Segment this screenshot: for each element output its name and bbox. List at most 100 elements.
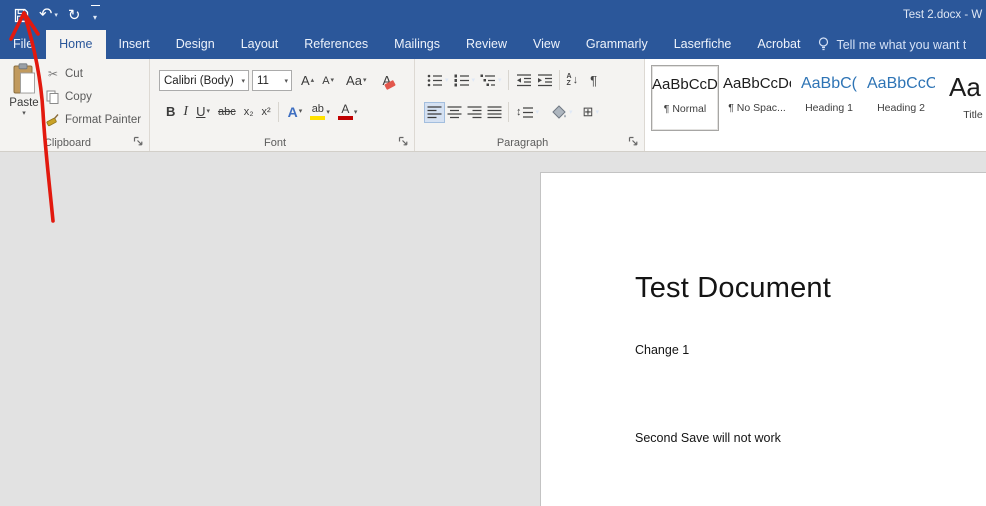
align-left-icon (427, 105, 442, 120)
font-size-caret-icon: ▾ (284, 77, 288, 85)
style-normal[interactable]: AaBbCcDc ¶ Normal (651, 65, 719, 131)
shrink-font-icon: A (322, 74, 330, 87)
styles-group: AaBbCcDc ¶ Normal AaBbCcDc ¶ No Spac... … (645, 59, 986, 151)
format-painter-label: Format Painter (65, 114, 142, 126)
align-right-button[interactable] (465, 103, 484, 122)
justify-button[interactable] (485, 103, 504, 122)
format-painter-button[interactable]: Format Painter (46, 113, 141, 127)
paragraph-group-label: Paragraph (496, 137, 549, 149)
style-preview: AaBbC( (800, 75, 858, 92)
style-no-spacing[interactable]: AaBbCcDc ¶ No Spac... (723, 65, 791, 131)
tab-grammarly[interactable]: Grammarly (573, 30, 661, 59)
paste-button[interactable]: Paste ▾ (3, 63, 45, 147)
cut-label: Cut (65, 68, 83, 80)
undo-button[interactable]: ↶ ▾ (39, 7, 58, 23)
font-group: Calibri (Body) ▾ 11 ▾ A ▴ A ▾ Aa ▾ A B I… (150, 59, 415, 151)
tell-me-box[interactable]: Tell me what you want t (817, 30, 966, 59)
tab-insert[interactable]: Insert (106, 30, 163, 59)
copy-button[interactable]: Copy (46, 90, 92, 104)
align-center-icon (447, 105, 462, 120)
copy-icon (46, 90, 60, 104)
text-effects-button[interactable]: A ▾ (285, 103, 306, 121)
multilevel-list-button[interactable]: ▾ (478, 71, 504, 90)
titlebar: ↶ ▾ ↻ ▾ Test 2.docx - W (0, 0, 986, 30)
decrease-indent-button[interactable] (514, 71, 534, 90)
line-spacing-button[interactable]: ↕ ▾ (514, 103, 541, 122)
font-size-combobox[interactable]: 11 ▾ (252, 70, 292, 91)
bold-button[interactable]: B (163, 103, 178, 121)
tab-review[interactable]: Review (453, 30, 520, 59)
sort-button[interactable]: A Z ↓ (565, 71, 581, 89)
decrease-indent-icon (516, 73, 532, 88)
font-dialog-launcher[interactable] (398, 136, 409, 147)
align-left-button[interactable] (424, 101, 445, 123)
italic-button[interactable]: I (180, 103, 191, 121)
underline-button[interactable]: U ▾ (193, 103, 213, 121)
document-title-text[interactable]: Test Document (635, 269, 974, 307)
paste-label: Paste (9, 97, 39, 109)
style-heading-1[interactable]: AaBbC( Heading 1 (795, 65, 863, 131)
document-workspace: Test Document Change 1 Second Save will … (0, 152, 986, 506)
bullets-button[interactable]: ▾ (425, 71, 451, 90)
sort-icon: A Z (566, 73, 572, 87)
paste-dropdown-caret-icon: ▾ (22, 110, 26, 117)
borders-button[interactable]: ⊞ ▾ (581, 102, 601, 122)
grow-font-button[interactable]: A ▴ (298, 72, 317, 90)
scissors-icon: ✂ (47, 67, 59, 81)
justify-icon (487, 105, 502, 120)
subscript-button[interactable]: x₂ (241, 103, 257, 121)
shrink-font-button[interactable]: A ▾ (319, 72, 337, 90)
tab-layout[interactable]: Layout (228, 30, 292, 59)
text-effects-icon: A (287, 104, 298, 120)
customize-quick-access-button[interactable]: ▾ (90, 5, 100, 25)
change-case-button[interactable]: Aa ▾ (343, 72, 369, 90)
bullets-icon (427, 73, 443, 88)
strikethrough-button[interactable]: abc (215, 103, 239, 121)
save-icon (14, 8, 29, 23)
undo-icon: ↶ (39, 6, 53, 23)
style-name: ¶ No Spac... (728, 102, 786, 114)
ribbon: Paste ▾ ✂ Cut Copy Format Painter Clipbo… (0, 59, 986, 152)
document-paragraph[interactable]: Second Save will not work (635, 431, 974, 445)
show-formatting-marks-button[interactable]: ¶ (588, 71, 599, 90)
format-painter-icon (46, 113, 60, 127)
document-page[interactable]: Test Document Change 1 Second Save will … (540, 172, 986, 506)
font-size-value: 11 (257, 74, 269, 87)
grow-font-icon: A (301, 72, 310, 88)
numbering-button[interactable]: ▾ (452, 71, 478, 90)
tab-laserfiche[interactable]: Laserfiche (661, 30, 745, 59)
tab-mailings[interactable]: Mailings (381, 30, 453, 59)
font-family-combobox[interactable]: Calibri (Body) ▾ (159, 70, 249, 91)
increase-indent-button[interactable] (535, 71, 555, 90)
redo-button[interactable]: ↻ (68, 8, 81, 23)
save-button[interactable] (14, 8, 29, 23)
copy-label: Copy (65, 91, 92, 103)
align-center-button[interactable] (445, 103, 464, 122)
style-preview: AaBbCcDc (652, 76, 718, 93)
font-family-value: Calibri (Body) (164, 74, 234, 87)
undo-dropdown-caret-icon: ▾ (54, 12, 58, 19)
superscript-button[interactable]: x² (259, 103, 274, 121)
style-preview: AaBbCcDc (723, 75, 791, 92)
tab-file[interactable]: File (0, 30, 46, 59)
tab-view[interactable]: View (520, 30, 573, 59)
style-heading-2[interactable]: AaBbCcC Heading 2 (867, 65, 935, 131)
tab-acrobat[interactable]: Acrobat (744, 30, 813, 59)
tab-references[interactable]: References (291, 30, 381, 59)
shading-button[interactable]: ▾ (549, 103, 575, 122)
clear-formatting-button[interactable]: A (379, 72, 396, 90)
cut-button[interactable]: ✂ Cut (46, 67, 83, 81)
change-case-icon: Aa (346, 72, 362, 88)
tab-home[interactable]: Home (46, 30, 106, 59)
style-title[interactable]: Aa Title (939, 65, 986, 131)
text-highlight-button[interactable]: ab ▾ (307, 102, 333, 122)
lightbulb-icon (817, 37, 830, 52)
document-paragraph[interactable]: Change 1 (635, 343, 974, 357)
clipboard-dialog-launcher[interactable] (133, 136, 144, 147)
tab-design[interactable]: Design (163, 30, 228, 59)
word-window: ↶ ▾ ↻ ▾ Test 2.docx - W File Home Insert… (0, 0, 986, 506)
paste-clipboard-icon (3, 63, 45, 95)
paragraph-dialog-launcher[interactable] (628, 136, 639, 147)
font-color-button[interactable]: A ▾ (335, 102, 361, 122)
borders-grid-icon: ⊞ (582, 104, 594, 119)
